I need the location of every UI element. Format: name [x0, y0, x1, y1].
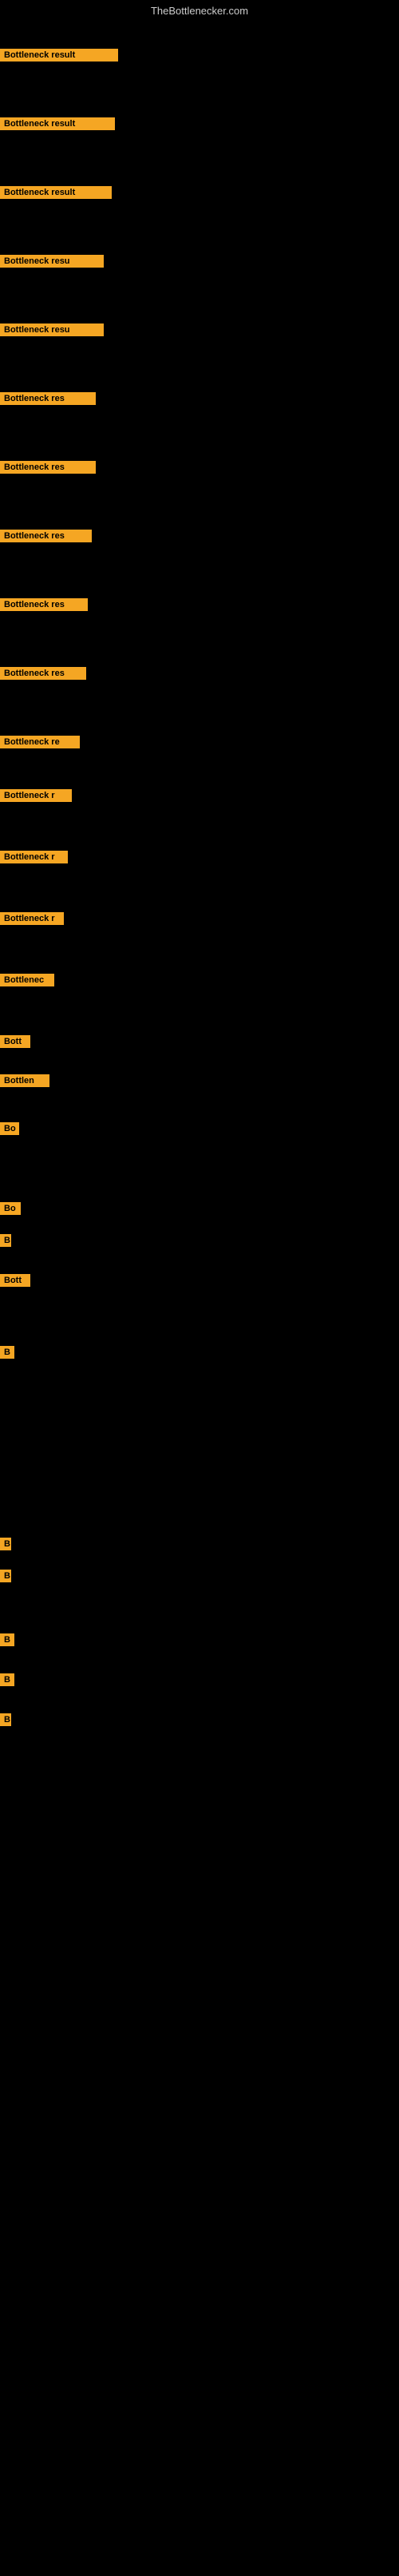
bottleneck-badge-21: Bott: [0, 1274, 30, 1287]
badges-container: Bottleneck result Bottleneck result Bottle…: [0, 20, 399, 2576]
bottleneck-badge-7: Bottleneck res: [0, 461, 96, 474]
site-title: TheBottlenecker.com: [0, 0, 399, 20]
bottleneck-badge-25: B: [0, 1633, 14, 1646]
bottleneck-badge-26: B: [0, 1673, 14, 1686]
bottleneck-badge-13: Bottleneck r: [0, 851, 68, 863]
bottleneck-badge-22: B: [0, 1346, 14, 1359]
bottleneck-badge-23: B: [0, 1538, 11, 1550]
bottleneck-badge-20: B: [0, 1234, 11, 1247]
bottleneck-badge-27: B: [0, 1713, 11, 1726]
bottleneck-badge-8: Bottleneck res: [0, 530, 92, 542]
bottleneck-badge-5: Bottleneck resu: [0, 323, 104, 336]
bottleneck-badge-11: Bottleneck re: [0, 736, 80, 748]
bottleneck-badge-12: Bottleneck r: [0, 789, 72, 802]
bottleneck-badge-2: Bottleneck result: [0, 117, 115, 130]
bottleneck-badge-1: Bottleneck result: [0, 49, 118, 62]
bottleneck-badge-16: Bott: [0, 1035, 30, 1048]
bottleneck-badge-17: Bottlen: [0, 1074, 49, 1087]
bottleneck-badge-6: Bottleneck res: [0, 392, 96, 405]
bottleneck-badge-19: Bo: [0, 1202, 21, 1215]
bottleneck-badge-18: Bo: [0, 1122, 19, 1135]
bottleneck-badge-4: Bottleneck resu: [0, 255, 104, 268]
bottleneck-badge-14: Bottleneck r: [0, 912, 64, 925]
bottleneck-badge-24: B: [0, 1570, 11, 1582]
bottleneck-badge-3: Bottleneck result: [0, 186, 112, 199]
bottleneck-badge-9: Bottleneck res: [0, 598, 88, 611]
bottleneck-badge-10: Bottleneck res: [0, 667, 86, 680]
bottleneck-badge-15: Bottlenec: [0, 974, 54, 986]
